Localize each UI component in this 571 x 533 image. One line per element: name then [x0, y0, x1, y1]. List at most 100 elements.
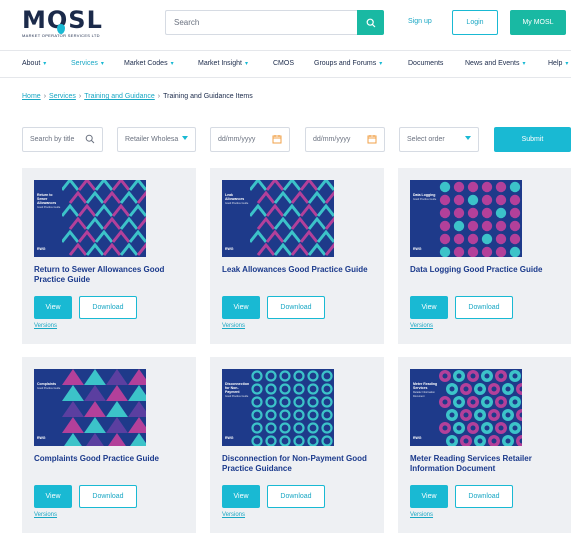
download-button[interactable]: Download [79, 296, 137, 319]
view-button[interactable]: View [34, 485, 72, 508]
nav-item-news-and-events[interactable]: News and Events ▾ [465, 60, 526, 67]
document-cover-image[interactable]: Complaints Good Practice Guide RWG [34, 369, 146, 446]
logo-subtitle: MARKET OPERATOR SERVICES LTD [22, 33, 100, 38]
cover-art [60, 180, 146, 257]
versions-link[interactable]: Versions [34, 323, 57, 329]
document-cover-image[interactable]: Return to Sewer Allowances Good Practice … [34, 180, 146, 257]
main-nav: About ▾ Services ▾ Market Codes ▾ Market In… [0, 50, 571, 78]
document-title[interactable]: Complaints Good Practice Guide [34, 454, 189, 464]
title-search-input[interactable]: Search by title [22, 127, 103, 152]
nav-item-services[interactable]: Services ▾ [71, 60, 104, 67]
calendar-icon [367, 135, 377, 144]
versions-link[interactable]: Versions [410, 323, 433, 329]
document-card: Return to Sewer Allowances Good Practice … [22, 168, 196, 344]
breadcrumb-services[interactable]: Services [49, 93, 76, 100]
login-button[interactable]: Login [452, 10, 498, 35]
nav-item-label: About [22, 60, 41, 67]
submit-button[interactable]: Submit [494, 127, 571, 152]
cover-panel [34, 369, 62, 446]
nav-item-label: CMOS [273, 60, 294, 67]
cover-pattern [438, 180, 522, 257]
document-cover-image[interactable]: Data Logging Good Practice Guide RWG [410, 180, 522, 257]
breadcrumb-separator: › [78, 93, 82, 100]
chevron-down-icon: ▾ [244, 61, 248, 67]
cover-panel [410, 180, 438, 257]
order-select[interactable]: Select order [399, 127, 479, 152]
chevron-down-icon: ▾ [565, 61, 569, 67]
view-button[interactable]: View [410, 485, 448, 508]
view-button[interactable]: View [222, 296, 260, 319]
document-title[interactable]: Leak Allowances Good Practice Guide [222, 265, 377, 275]
search-button[interactable] [357, 10, 384, 35]
date-to-input[interactable]: dd/mm/yyyy [305, 127, 385, 152]
my-mosl-button[interactable]: My MOSL [510, 10, 566, 35]
cover-brand: RWG [225, 247, 234, 251]
nav-item-label: Market Insight [198, 60, 242, 67]
signup-link[interactable]: Sign up [408, 18, 432, 25]
cover-pattern [438, 369, 522, 446]
order-select-value: Select order [407, 136, 445, 143]
chevron-down-icon: ▾ [100, 61, 104, 67]
nav-item-market-insight[interactable]: Market Insight ▾ [198, 60, 248, 67]
download-button[interactable]: Download [267, 296, 325, 319]
view-button[interactable]: View [222, 485, 260, 508]
versions-link[interactable]: Versions [34, 512, 57, 518]
cover-art [62, 369, 146, 446]
nav-item-label: Services [71, 60, 98, 67]
search-input[interactable] [166, 11, 357, 34]
nav-item-about[interactable]: About ▾ [22, 60, 46, 67]
chevron-down-icon: ▾ [170, 61, 174, 67]
cover-brand: RWG [413, 436, 422, 440]
document-card: Disconnection for Non-Payment Good Practi… [210, 357, 384, 533]
cover-pattern [248, 180, 334, 257]
document-title[interactable]: Meter Reading Services Retailer Informat… [410, 454, 565, 474]
cover-title: Leak Allowances Good Practice Guide [225, 193, 251, 206]
chevron-down-icon [465, 136, 471, 140]
nav-item-documents[interactable]: Documents [408, 60, 443, 67]
date-from-placeholder: dd/mm/yyyy [218, 136, 256, 143]
download-button[interactable]: Download [455, 485, 513, 508]
breadcrumb-training[interactable]: Training and Guidance [84, 93, 155, 100]
view-button[interactable]: View [410, 296, 448, 319]
cover-panel [34, 180, 62, 257]
versions-link[interactable]: Versions [410, 512, 433, 518]
breadcrumb-home[interactable]: Home [22, 93, 41, 100]
cover-pattern [60, 180, 146, 257]
nav-item-label: Groups and Forums [314, 60, 377, 67]
title-search-placeholder: Search by title [30, 136, 75, 143]
chevron-down-icon [182, 136, 188, 140]
mosl-logo[interactable]: MOSL MARKET OPERATOR SERVICES LTD [22, 8, 112, 38]
cover-title: Meter Reading Services Retailer Informati… [413, 382, 438, 398]
nav-item-market-codes[interactable]: Market Codes ▾ [124, 60, 174, 67]
cover-pattern [250, 369, 334, 446]
document-title[interactable]: Disconnection for Non-Payment Good Pract… [222, 454, 377, 474]
document-cover-image[interactable]: Meter Reading Services Retailer Informati… [410, 369, 522, 446]
cover-art [248, 180, 334, 257]
cover-subtitle: Good Practice Guide [225, 395, 249, 398]
cover-title: Data Logging Good Practice Guide [413, 193, 439, 202]
view-button[interactable]: View [34, 296, 72, 319]
cover-art [438, 369, 522, 446]
chevron-down-icon: ▾ [43, 61, 47, 67]
retailer-select[interactable]: Retailer Wholesa [117, 127, 196, 152]
nav-item-help[interactable]: Help ▾ [548, 60, 568, 67]
download-button[interactable]: Download [455, 296, 513, 319]
download-button[interactable]: Download [79, 485, 137, 508]
cover-subtitle: Good Practice Guide [37, 206, 61, 209]
nav-item-label: Market Codes [124, 60, 168, 67]
document-title[interactable]: Data Logging Good Practice Guide [410, 265, 565, 275]
date-from-input[interactable]: dd/mm/yyyy [210, 127, 290, 152]
top-header: MOSL MARKET OPERATOR SERVICES LTD Sign u… [0, 0, 571, 46]
nav-item-groups-and-forums[interactable]: Groups and Forums ▾ [314, 60, 382, 67]
cover-subtitle: Retailer Information Document [413, 391, 435, 398]
cover-brand: RWG [37, 436, 46, 440]
versions-link[interactable]: Versions [222, 323, 245, 329]
document-title[interactable]: Return to Sewer Allowances Good Practice… [34, 265, 189, 285]
cover-panel [222, 180, 250, 257]
document-cover-image[interactable]: Disconnection for Non-Payment Good Practi… [222, 369, 334, 446]
document-cover-image[interactable]: Leak Allowances Good Practice Guide RWG [222, 180, 334, 257]
retailer-select-value: Retailer Wholesa [125, 136, 179, 143]
download-button[interactable]: Download [267, 485, 325, 508]
nav-item-cmos[interactable]: CMOS [273, 60, 294, 67]
versions-link[interactable]: Versions [222, 512, 245, 518]
